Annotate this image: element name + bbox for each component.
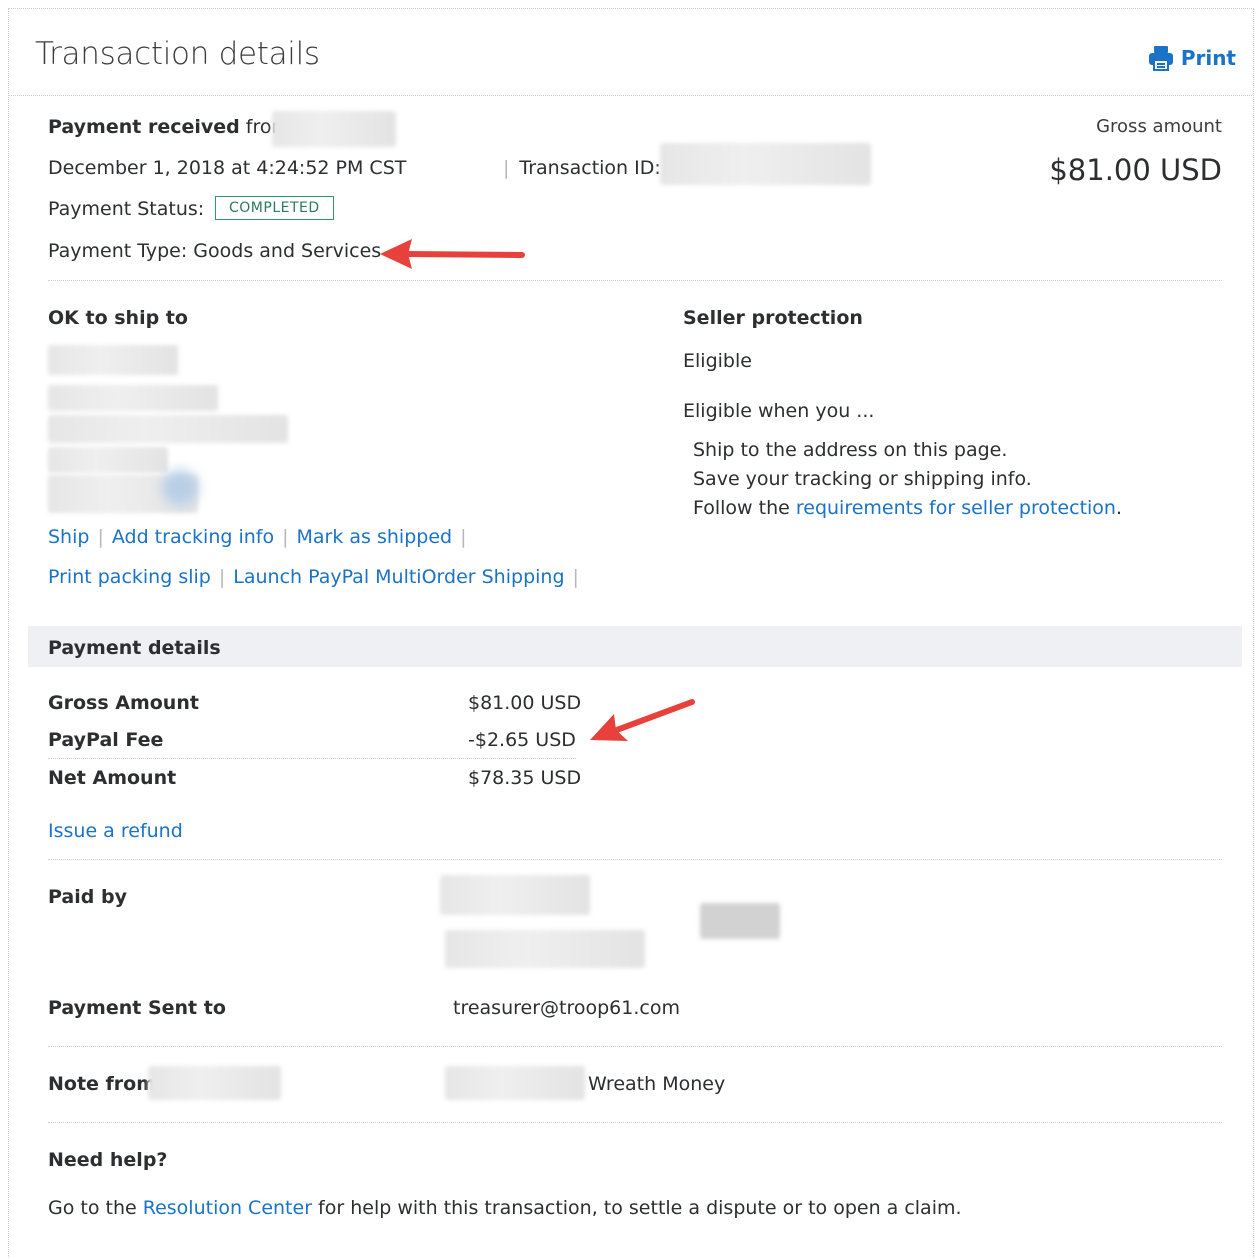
multiorder-shipping-link[interactable]: Launch PayPal MultiOrder Shipping [233,566,564,588]
transaction-date: December 1, 2018 at 4:24:52 PM CST [48,157,407,179]
note-from-label: Note from [48,1073,157,1095]
paypal-fee-row-label: PayPal Fee [48,729,164,751]
paid-by-label: Paid by [48,886,127,908]
payment-sent-to-value: treasurer@troop61.com [453,997,680,1019]
page-title: Transaction details [35,36,320,72]
ship-actions-row-1: Ship | Add tracking info | Mark as shipped | [48,526,467,548]
help-suffix: for help with this transaction, to settl… [318,1197,962,1219]
ship-to-heading: OK to ship to [48,307,188,329]
note-sender-redacted [148,1066,281,1100]
payment-type: Payment Type: Goods and Services [48,240,382,262]
net-amount-row-label: Net Amount [48,767,177,789]
transaction-id-line: | Transaction ID: [503,157,661,179]
seller-protection-line-2: Save your tracking or shipping info. [693,468,1032,490]
seller-protection-line-1: Ship to the address on this page. [693,439,1008,461]
print-button[interactable]: Print [1147,44,1236,72]
annotation-arrow-icon [590,699,695,741]
seller-protection-line-3: Follow the requirements for seller prote… [693,497,1122,519]
need-help-heading: Need help? [48,1149,168,1171]
header-divider [8,95,1254,96]
seller-protection-when: Eligible when you ... [683,400,875,422]
status-badge: COMPLETED [215,196,334,220]
payment-status-label: Payment Status: [48,198,205,220]
print-label: Print [1180,46,1236,70]
payer-name-redacted [272,111,396,147]
seller-protection-heading: Seller protection [683,307,863,329]
seller-protection-requirements-link[interactable]: requirements for seller protection [796,497,1116,519]
note-value: Wreath Money [588,1073,726,1095]
gross-amount-row-value: $81.00 USD [468,692,582,714]
resolution-center-link[interactable]: Resolution Center [143,1197,312,1219]
mark-as-shipped-link[interactable]: Mark as shipped [297,526,453,548]
payment-sent-to-label: Payment Sent to [48,997,226,1019]
net-amount-row-value: $78.35 USD [468,767,582,789]
gross-amount-row-label: Gross Amount [48,692,199,714]
payment-details-heading: Payment details [48,637,221,659]
divider [48,1046,1222,1047]
divider [48,859,1222,860]
gross-amount-value: $81.00 USD [1049,153,1222,187]
annotation-arrow-icon [380,239,525,269]
line3-prefix: Follow the [693,497,790,519]
line3-suffix: . [1115,497,1123,519]
paypal-fee-row-value: -$2.65 USD [468,729,576,751]
gross-amount-label: Gross amount [1096,116,1222,137]
payment-received-label: Payment received [48,116,240,138]
issue-refund-link[interactable]: Issue a refund [48,820,183,842]
divider [48,280,1222,281]
ship-actions-row-2: Print packing slip | Launch PayPal MultiOr… [48,566,579,588]
help-text: Go to the Resolution Center for help wit… [48,1197,962,1219]
ship-link[interactable]: Ship [48,526,89,548]
payment-received-line: Payment received from [48,116,290,138]
transaction-id-label: Transaction ID: [519,157,661,179]
add-tracking-link[interactable]: Add tracking info [112,526,274,548]
help-prefix: Go to the [48,1197,137,1219]
printer-icon [1148,46,1173,71]
print-packing-slip-link[interactable]: Print packing slip [48,566,211,588]
divider [48,1122,1222,1123]
net-divider [48,758,576,759]
seller-protection-status: Eligible [683,350,752,372]
note-prefix-redacted [445,1066,585,1100]
transaction-id-redacted [660,143,871,185]
